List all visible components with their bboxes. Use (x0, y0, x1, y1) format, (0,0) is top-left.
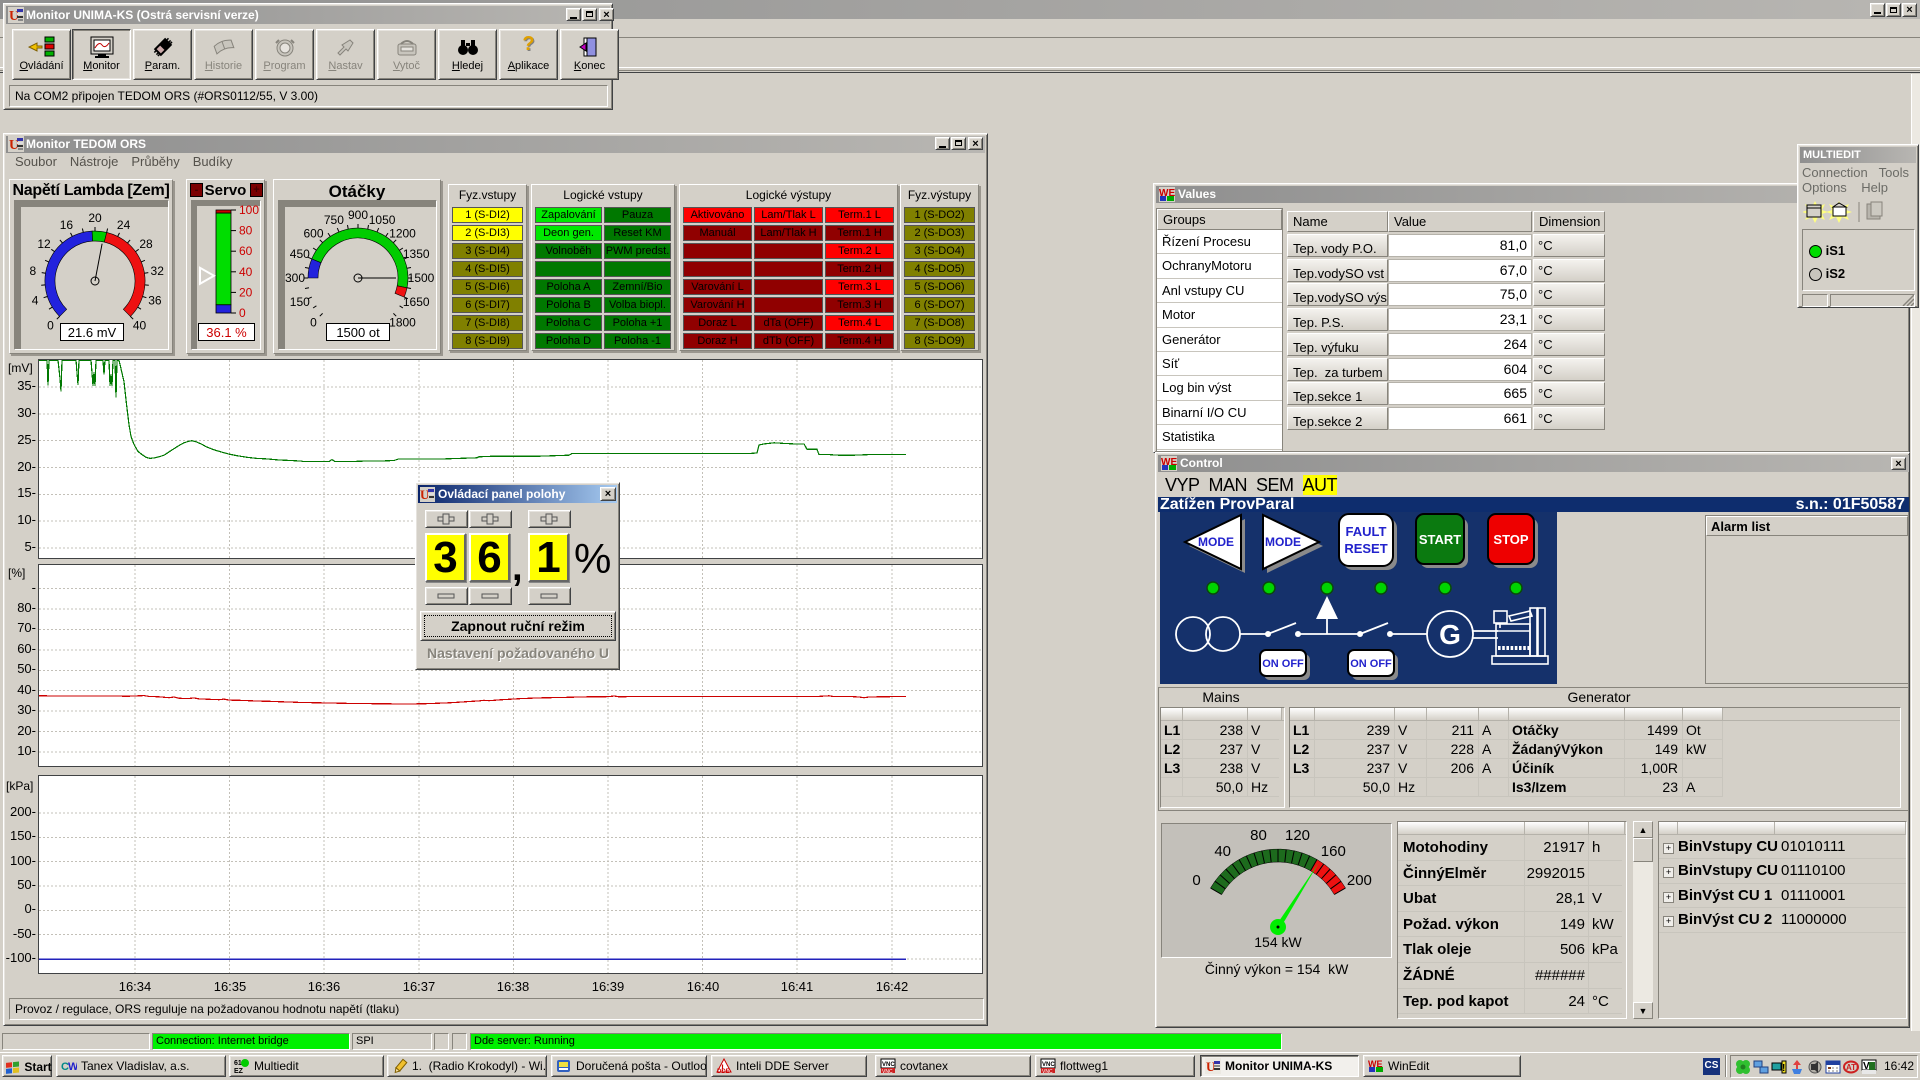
svg-text:150: 150 (290, 295, 310, 309)
svg-text:FAULT: FAULT (1346, 524, 1387, 539)
svg-text:28: 28 (139, 237, 153, 251)
svg-text:VNC: VNC (1042, 1069, 1053, 1074)
svg-text:154 kW: 154 kW (1254, 934, 1302, 950)
svg-text:DDE: DDE (717, 1069, 730, 1074)
svg-text:1500: 1500 (408, 271, 435, 285)
svg-text:ON OFF: ON OFF (1350, 658, 1392, 670)
svg-text:MODE: MODE (1198, 535, 1234, 549)
svg-text:80: 80 (239, 224, 253, 238)
svg-text:0: 0 (1192, 872, 1200, 889)
svg-text:!: ! (1782, 1063, 1785, 1074)
svg-text:24: 24 (117, 218, 131, 232)
svg-text:32: 32 (151, 264, 165, 278)
svg-text:20: 20 (239, 285, 253, 299)
svg-text:W: W (68, 1061, 77, 1073)
svg-text:8: 8 (29, 264, 36, 278)
svg-text:1050: 1050 (369, 213, 396, 227)
svg-text:200: 200 (1347, 872, 1372, 889)
svg-text:VNC: VNC (882, 1062, 895, 1068)
svg-text:36: 36 (148, 294, 162, 308)
svg-text:60: 60 (239, 244, 253, 258)
svg-text:G: G (1439, 619, 1461, 650)
svg-text:450: 450 (290, 247, 310, 261)
svg-text:ON OFF: ON OFF (1262, 658, 1304, 670)
svg-text:0: 0 (310, 316, 317, 330)
svg-text:12: 12 (37, 237, 51, 251)
svg-text:750: 750 (324, 213, 344, 227)
svg-text:EZ: EZ (234, 1068, 244, 1074)
svg-text:0: 0 (239, 306, 246, 320)
svg-text:RESET: RESET (1344, 541, 1387, 556)
svg-text:300: 300 (285, 271, 305, 285)
svg-text:900: 900 (348, 208, 368, 222)
svg-text:61: 61 (234, 1060, 242, 1067)
svg-text:40: 40 (133, 319, 147, 333)
svg-text:80: 80 (1250, 827, 1267, 844)
svg-text:START: START (1419, 532, 1461, 547)
svg-text:600: 600 (303, 227, 323, 241)
svg-text:ATI: ATI (1846, 1063, 1858, 1072)
svg-text:VNC: VNC (882, 1069, 893, 1074)
svg-text:120: 120 (1285, 827, 1310, 844)
svg-text:1350: 1350 (403, 247, 430, 261)
svg-text:0: 0 (47, 319, 54, 333)
svg-text:20: 20 (88, 211, 102, 225)
svg-text:40: 40 (1214, 843, 1231, 860)
svg-text:40: 40 (239, 265, 253, 279)
svg-text:VNC: VNC (1042, 1062, 1055, 1068)
svg-text:1650: 1650 (403, 295, 430, 309)
svg-text:160: 160 (1321, 843, 1346, 860)
svg-text:16: 16 (60, 218, 74, 232)
svg-text:MODE: MODE (1265, 535, 1301, 549)
svg-text:STOP: STOP (1493, 532, 1528, 547)
svg-text:1800: 1800 (389, 316, 416, 330)
svg-text:4: 4 (32, 294, 39, 308)
svg-text:1200: 1200 (389, 227, 416, 241)
svg-text:100: 100 (239, 203, 259, 217)
